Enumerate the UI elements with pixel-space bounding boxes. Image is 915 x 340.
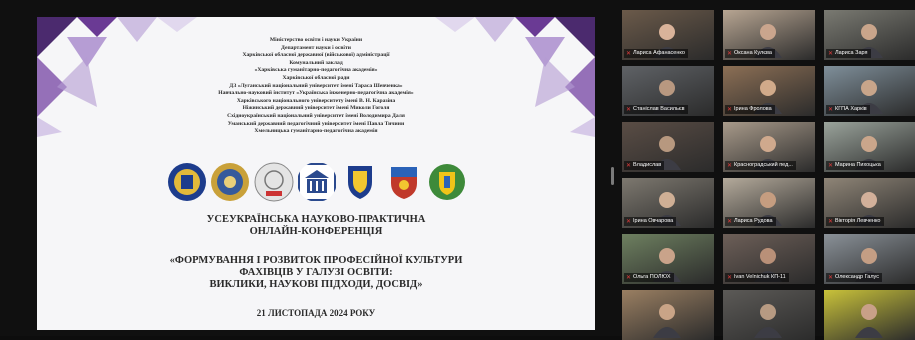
title-line: ОНЛАЙН-КОНФЕРЕНЦІЯ bbox=[249, 226, 383, 237]
university-emblem-icon bbox=[168, 163, 206, 201]
header-line: Навчально-науковий інститут «Українська … bbox=[218, 90, 414, 97]
muted-mic-icon: ✕ bbox=[828, 275, 834, 281]
participant-name: Вікторія Левченко ✕ bbox=[826, 217, 884, 226]
participant-name: Владислав ✕ bbox=[624, 161, 665, 170]
conference-theme: «ФОРМУВАННЯ І РОЗВИТОК ПРОФЕСІЙНОЇ КУЛЬТ… bbox=[37, 255, 595, 291]
participant-silhouette-icon bbox=[754, 304, 782, 338]
video-conference-window: Міністерство освіти і науки України Депар… bbox=[0, 0, 915, 340]
header-line: Комунальний заклад bbox=[289, 59, 343, 66]
puha-logo-icon bbox=[254, 162, 294, 202]
theme-line: «ФОРМУВАННЯ І РОЗВИТОК ПРОФЕСІЙНОЇ КУЛЬТ… bbox=[169, 255, 463, 266]
participant-name: Станіслав Васильєв ✕ bbox=[624, 105, 688, 114]
academy-seal-icon bbox=[211, 163, 250, 201]
muted-mic-icon: ✕ bbox=[727, 275, 733, 281]
participant-name: Оксана Кулєва ✕ bbox=[725, 49, 775, 58]
participant-name: Ірина Фролова ✕ bbox=[725, 105, 775, 114]
theme-line: ВИКЛИКИ, НАУКОВІ ПІДХОДИ, ДОСВІД» bbox=[209, 279, 423, 290]
muted-mic-icon: ✕ bbox=[828, 51, 834, 57]
muted-mic-icon: ✕ bbox=[626, 275, 632, 281]
participant-silhouette-icon bbox=[653, 304, 681, 338]
header-line: Уманський державний педагогічний універс… bbox=[227, 120, 405, 127]
muted-mic-icon: ✕ bbox=[727, 51, 733, 57]
title-line: УСЕУКРАЇНСЬКА НАУКОВО-ПРАКТИЧНА bbox=[206, 214, 426, 225]
participant-silhouette-icon bbox=[855, 304, 883, 338]
participant-name: Ольга ПОЛЮХ ✕ bbox=[624, 273, 674, 282]
participants-gallery: Лариса Афанасенко ✕ Оксана Кулєва ✕ Лариса З… bbox=[622, 10, 915, 340]
participant-tile[interactable] bbox=[622, 290, 714, 340]
participant-tile[interactable]: Лариса Заря ✕ bbox=[824, 10, 915, 60]
shield-logo-icon bbox=[348, 166, 373, 199]
conference-title: УСЕУКРАЇНСЬКА НАУКОВО-ПРАКТИЧНА ОНЛАЙН-КО… bbox=[37, 214, 595, 238]
participant-name: КГПА Харків ✕ bbox=[826, 105, 870, 114]
participant-tile[interactable]: Вікторія Левченко ✕ bbox=[824, 178, 915, 228]
participant-tile[interactable]: Ірина Фролова ✕ bbox=[723, 66, 815, 116]
organizers-list: Міністерство освіти і науки України Депар… bbox=[37, 37, 595, 136]
participant-name: Лариса Рудова ✕ bbox=[725, 217, 776, 226]
conference-date: 21 ЛИСТОПАДА 2024 РОКУ bbox=[256, 308, 376, 318]
muted-mic-icon: ✕ bbox=[727, 219, 733, 225]
theme-line: ФАХІВЦІВ У ГАЛУЗІ ОСВІТИ: bbox=[239, 267, 393, 278]
muted-mic-icon: ✕ bbox=[727, 107, 733, 113]
muted-mic-icon: ✕ bbox=[828, 219, 834, 225]
participant-name: Ivan Velnichuk КП-11 ✕ bbox=[725, 273, 789, 282]
header-line: «Харківська гуманітарно-педагогічна акад… bbox=[254, 67, 378, 74]
participant-tile[interactable]: КГПА Харків ✕ bbox=[824, 66, 915, 116]
participant-tile[interactable]: Ольга ПОЛЮХ ✕ bbox=[622, 234, 714, 284]
participant-tile[interactable]: Владислав ✕ bbox=[622, 122, 714, 172]
participant-name: Марина Пихоцька ✕ bbox=[826, 161, 884, 170]
header-line: Харківської обласної ради bbox=[282, 74, 350, 81]
muted-mic-icon: ✕ bbox=[727, 163, 733, 169]
muted-mic-icon: ✕ bbox=[626, 51, 632, 57]
participant-tile[interactable]: Оксана Кулєва ✕ bbox=[723, 10, 815, 60]
participant-name: Олександр Галус ✕ bbox=[826, 273, 882, 282]
header-line: Міністерство освіти і науки України bbox=[269, 37, 363, 43]
participant-name: Лариса Афанасенко ✕ bbox=[624, 49, 688, 58]
shared-screen-slide: Міністерство освіти і науки України Депар… bbox=[37, 17, 595, 330]
header-line: Харківської обласної державної (військов… bbox=[242, 52, 390, 59]
participant-name: Красноградський пед... ✕ bbox=[725, 161, 796, 170]
participant-name: Лариса Заря ✕ bbox=[826, 49, 871, 58]
participant-tile[interactable]: Станіслав Васильєв ✕ bbox=[622, 66, 714, 116]
partner-logos bbox=[167, 159, 467, 205]
muted-mic-icon: ✕ bbox=[626, 107, 632, 113]
coat-of-arms-icon bbox=[390, 167, 417, 199]
header-line: Хмельницька гуманітарно-педагогічна акад… bbox=[254, 128, 378, 135]
muted-mic-icon: ✕ bbox=[828, 107, 834, 113]
header-line: Східноукраїнський національний університ… bbox=[227, 112, 405, 119]
participant-tile[interactable] bbox=[824, 290, 915, 340]
regional-emblem-icon bbox=[428, 164, 465, 200]
participant-tile[interactable]: Ivan Velnichuk КП-11 ✕ bbox=[723, 234, 815, 284]
participant-tile[interactable]: Марина Пихоцька ✕ bbox=[824, 122, 915, 172]
panel-resize-handle[interactable] bbox=[611, 167, 614, 185]
building-logo-icon bbox=[297, 163, 336, 201]
participant-tile[interactable]: Лариса Рудова ✕ bbox=[723, 178, 815, 228]
participant-tile[interactable] bbox=[723, 290, 815, 340]
muted-mic-icon: ✕ bbox=[828, 163, 834, 169]
participant-tile[interactable]: Красноградський пед... ✕ bbox=[723, 122, 815, 172]
participant-tile[interactable]: Олександр Галус ✕ bbox=[824, 234, 915, 284]
muted-mic-icon: ✕ bbox=[626, 163, 632, 169]
participant-tile[interactable]: Ірина Овчарова ✕ bbox=[622, 178, 714, 228]
muted-mic-icon: ✕ bbox=[626, 219, 632, 225]
participant-name: Ірина Овчарова ✕ bbox=[624, 217, 677, 226]
header-line: Ніжинський державний університет імені М… bbox=[242, 105, 390, 112]
participant-tile[interactable]: Лариса Афанасенко ✕ bbox=[622, 10, 714, 60]
